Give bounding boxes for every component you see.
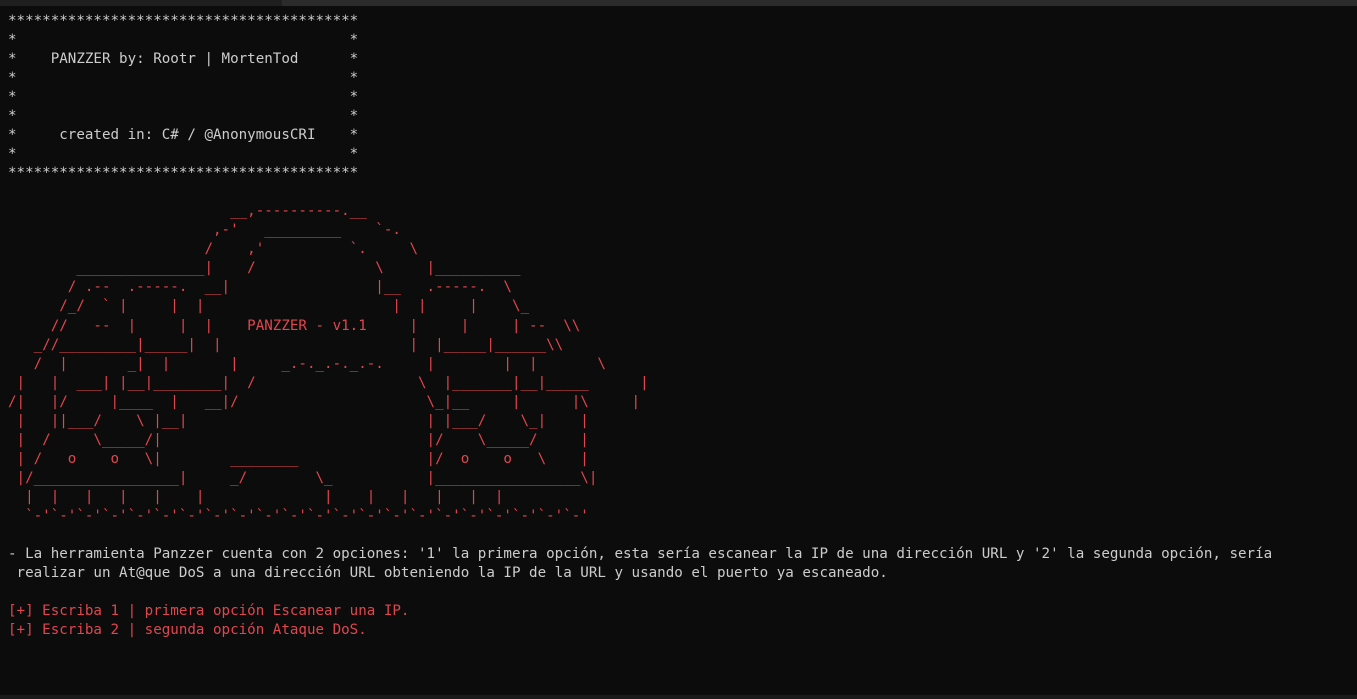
- terminal-output[interactable]: ****************************************…: [8, 12, 1272, 640]
- tab-strip[interactable]: [0, 0, 282, 6]
- menu-option-1: [+] Escriba 1 | primera opción Escanear …: [8, 602, 410, 619]
- banner-border-top: ****************************************…: [8, 13, 359, 29]
- ascii-art-line: | | ___| |__|________| / \ |_______|__|_…: [8, 374, 649, 391]
- window-bottom-edge: [0, 695, 1357, 699]
- banner-line: * *: [8, 70, 359, 87]
- description-line-2: realizar un At@que DoS a una dirección U…: [8, 564, 888, 581]
- banner-line: * *: [8, 108, 359, 125]
- ascii-art-line: / .-- .-----. __| |__ .-----. \: [8, 279, 512, 296]
- ascii-art-line: _//_________|_____| | | |_____|______\\: [8, 336, 564, 353]
- banner-line: * *: [8, 32, 359, 49]
- ascii-art-line: /_/ ` | | | | | | \_: [8, 298, 530, 315]
- window-title-bar: [0, 0, 1357, 6]
- banner-border-bottom: ****************************************…: [8, 165, 359, 182]
- ascii-art-line: /| |/ |____ | __|/ \_|__ | |\ |: [8, 393, 641, 410]
- ascii-art-line: | | | | | | | | | | | |: [8, 488, 504, 505]
- ascii-art-line: _______________| / \ |__________: [8, 260, 521, 277]
- banner-line: * *: [8, 146, 359, 163]
- ascii-art-line: __,----------.__: [8, 203, 367, 220]
- menu-option-2: [+] Escriba 2 | segunda opción Ataque Do…: [8, 622, 367, 638]
- description-line-1: - La herramienta Panzzer cuenta con 2 op…: [8, 545, 1273, 562]
- ascii-art-line: | / o o \| ________ |/ o o \ |: [8, 450, 589, 467]
- banner-credits: * created in: C# / @AnonymousCRI *: [8, 127, 359, 144]
- ascii-art-version-line: // -- | | | PANZZER - v1.1 | | | -- \\: [8, 317, 581, 334]
- ascii-art-line: / ,' `. \: [8, 241, 418, 258]
- ascii-art-line: | / \_____/| |/ \_____/ |: [8, 431, 589, 448]
- ascii-art-line: `-'`-'`-'`-'`-'`-'`-'`-'`-'`-'`-'`-'`-'`…: [8, 507, 589, 524]
- banner-line: * *: [8, 89, 359, 106]
- terminal-window: ****************************************…: [0, 0, 1357, 699]
- ascii-art-line: |/_________________| _/ \_ |____________…: [8, 469, 598, 486]
- ascii-art-line: / | _| | | _.-._.-._.-. | | | \: [8, 355, 606, 372]
- banner-title: * PANZZER by: Rootr | MortenTod *: [8, 51, 359, 68]
- ascii-art-line: | ||___/ \ |__| | |___/ \_| |: [8, 412, 589, 429]
- ascii-art-line: ,-' _________ `-.: [8, 222, 401, 239]
